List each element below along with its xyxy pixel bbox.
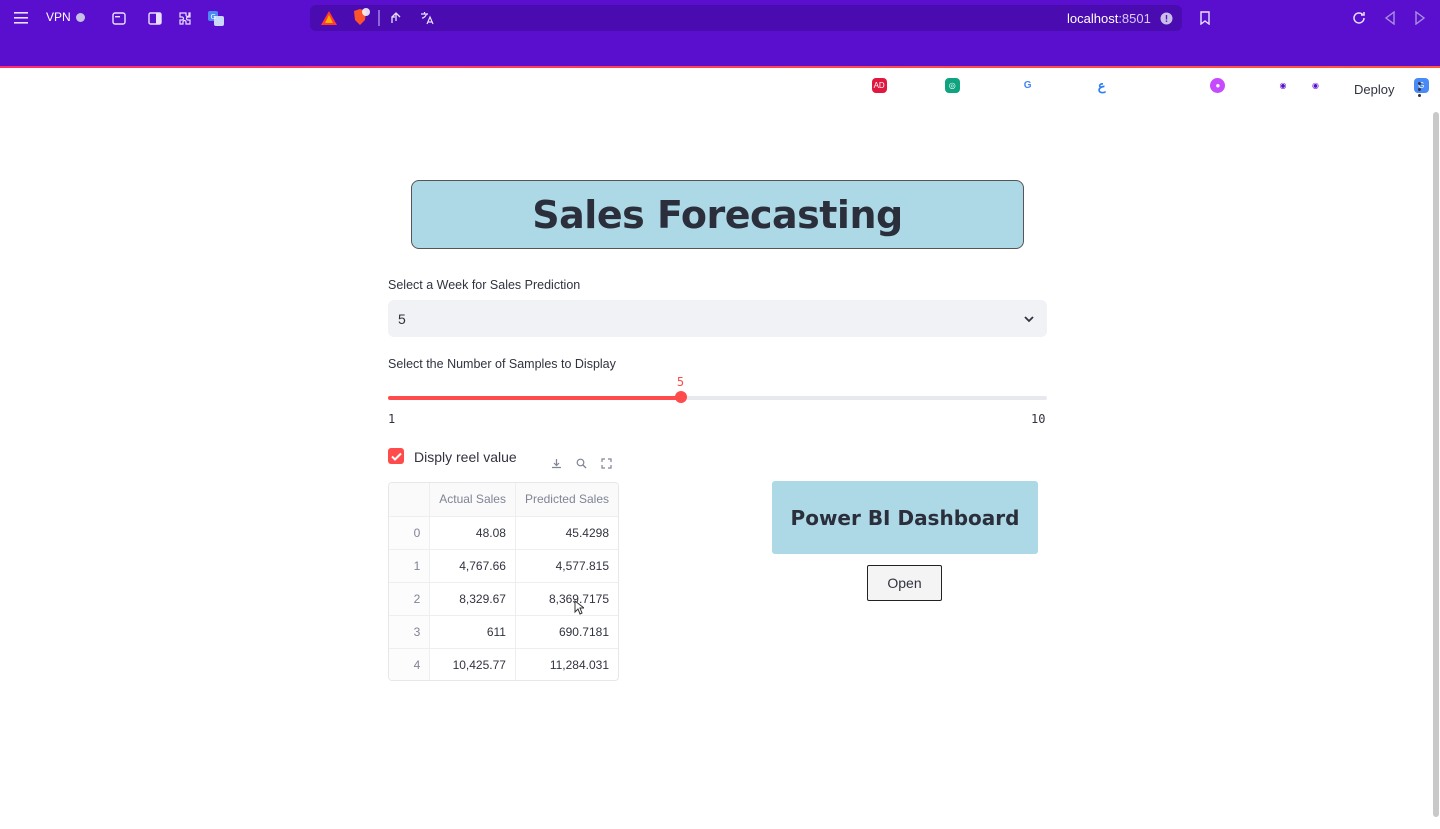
bookmark-adtv[interactable]: ADtv - video - ...الإخ AD: [766, 78, 887, 93]
back-icon[interactable]: [1382, 10, 1398, 26]
column-header-predicted-sales[interactable]: Predicted Sales: [515, 483, 618, 517]
url-text[interactable]: localhost:8501: [1067, 11, 1151, 26]
power-bi-banner: Power BI Dashboard: [772, 481, 1038, 554]
url-port: :8501: [1118, 11, 1151, 26]
bookmark-label: Google: [977, 79, 1015, 92]
bookmark-label: chatgpt: [901, 79, 939, 92]
site-info-icon[interactable]: [1159, 11, 1173, 25]
samples-slider-max: 10: [1031, 412, 1046, 426]
vpn-status-icon: [75, 12, 85, 22]
chatgpt-icon: ◎: [944, 78, 960, 93]
globe-icon: ◉: [1308, 78, 1323, 93]
menu-icon[interactable]: [12, 10, 30, 26]
page-title: Sales Forecasting: [532, 192, 903, 237]
row-index[interactable]: 2: [389, 582, 431, 616]
actual-sales-cell[interactable]: 611: [429, 615, 516, 649]
url-host: localhost: [1067, 11, 1119, 26]
row-index[interactable]: 4: [389, 648, 431, 680]
adtv-icon: AD: [871, 78, 887, 93]
dataframe-toolbar: [544, 455, 619, 475]
table-row: 1 4,767.66 4,577.815: [389, 549, 618, 583]
bookmark-label: الاودس: [1235, 80, 1270, 93]
samples-slider-label: Select the Number of Samples to Display: [388, 357, 616, 371]
power-bi-title: Power BI Dashboard: [790, 505, 1020, 530]
bookmark-alawds[interactable]: الاودس ◉: [1235, 78, 1291, 93]
row-index[interactable]: 3: [389, 615, 431, 649]
forward-icon[interactable]: [1412, 10, 1428, 26]
mouse-cursor-icon: [574, 599, 586, 620]
toolbar-divider: [378, 10, 380, 26]
fullscreen-icon[interactable]: [601, 456, 612, 474]
chevron-down-icon: [1023, 312, 1035, 330]
bookmark-chatgpt[interactable]: chatgpt ◎: [901, 78, 960, 93]
bookmarks-bar: ADtv - video - ...الإخ AD chatgpt ◎ Goog…: [0, 36, 1440, 93]
predicted-sales-cell[interactable]: 11,284.031: [515, 648, 618, 680]
column-header-index[interactable]: [389, 483, 431, 517]
arab-ai-icon: ع: [1097, 77, 1106, 93]
translate-page-icon[interactable]: [419, 10, 435, 26]
bookmark-label: ADtv - video - ...الإخ: [766, 80, 866, 93]
predicted-sales-cell[interactable]: 690.7181: [515, 615, 618, 649]
week-select-label: Select a Week for Sales Prediction: [388, 278, 581, 292]
actual-sales-cell[interactable]: 4,767.66: [429, 549, 516, 583]
globe-icon: ◉: [1275, 78, 1291, 93]
table-row: 0 48.08 45.4298: [389, 516, 618, 550]
browser-chrome: VPN G localhost:8501 ADtv - video - ...ا…: [0, 0, 1440, 93]
extensions-icon[interactable]: [177, 10, 193, 26]
translate-extension-icon[interactable]: G: [207, 10, 224, 26]
actual-sales-cell[interactable]: 48.08: [429, 516, 516, 550]
week-select-value: 5: [398, 311, 406, 327]
bookmark-poe[interactable]: ChatGPT - Poe ●: [1126, 78, 1226, 93]
samples-slider-thumb[interactable]: [674, 391, 687, 403]
open-dashboard-button[interactable]: Open: [867, 565, 942, 601]
samples-slider-min: 1: [388, 412, 396, 426]
predicted-sales-cell[interactable]: 4,577.815: [515, 549, 618, 583]
actual-sales-cell[interactable]: 8,329.67: [429, 582, 516, 616]
week-select[interactable]: 5: [388, 300, 1047, 337]
bookmark-label: Arab Ai: [1051, 79, 1089, 92]
search-icon[interactable]: [576, 456, 587, 474]
page-scrollbar[interactable]: [1433, 112, 1439, 817]
svg-text:G: G: [210, 13, 215, 21]
predicted-sales-cell[interactable]: 45.4298: [515, 516, 618, 550]
table-row: 4 10,425.77 11,284.031: [389, 648, 618, 680]
main-menu-icon[interactable]: [1414, 80, 1424, 98]
poe-icon: ●: [1210, 78, 1226, 93]
display-real-value-label[interactable]: Disply reel value: [414, 449, 517, 465]
bookmark-arab-ai[interactable]: Arab Ai ع: [1051, 78, 1109, 93]
samples-slider-fill: [388, 396, 681, 400]
samples-slider-value: 5: [676, 375, 685, 389]
reload-icon[interactable]: [1351, 10, 1367, 26]
actual-sales-cell[interactable]: 10,425.77: [429, 648, 516, 680]
vpn-toggle[interactable]: VPN: [46, 10, 85, 24]
row-index[interactable]: 1: [389, 549, 431, 583]
browser-toolbar: VPN G localhost:8501: [0, 0, 1440, 36]
check-icon: [390, 452, 402, 461]
bookmark-label: ChatGPT - Poe: [1126, 79, 1205, 92]
table-header-row: Actual Sales Predicted Sales: [389, 483, 618, 517]
brave-shields-icon[interactable]: [350, 8, 372, 26]
column-header-actual-sales[interactable]: Actual Sales: [429, 483, 516, 517]
share-icon[interactable]: [389, 10, 405, 26]
display-real-value-checkbox[interactable]: [388, 448, 404, 464]
bookmark-icon[interactable]: [1197, 10, 1213, 26]
page-load-bar: [0, 66, 1440, 68]
bookmark-google[interactable]: Google G: [977, 78, 1036, 93]
download-icon[interactable]: [551, 456, 562, 474]
address-bar[interactable]: [310, 5, 1182, 31]
vpn-label: VPN: [46, 10, 71, 24]
predicted-sales-cell[interactable]: 8,369.7175: [515, 582, 618, 616]
tab-strip-icon[interactable]: [111, 10, 127, 26]
brave-rewards-icon[interactable]: [320, 10, 338, 26]
sales-dataframe[interactable]: Actual Sales Predicted Sales 0 48.08 45.…: [388, 482, 619, 681]
row-index[interactable]: 0: [389, 516, 431, 550]
google-icon: G: [1020, 78, 1036, 93]
samples-slider-track[interactable]: [388, 396, 1047, 400]
sidebar-icon[interactable]: [147, 10, 163, 26]
deploy-button[interactable]: Deploy: [1354, 82, 1394, 97]
title-banner: Sales Forecasting: [411, 180, 1024, 249]
bookmark-globe[interactable]: ◉: [1308, 78, 1323, 93]
